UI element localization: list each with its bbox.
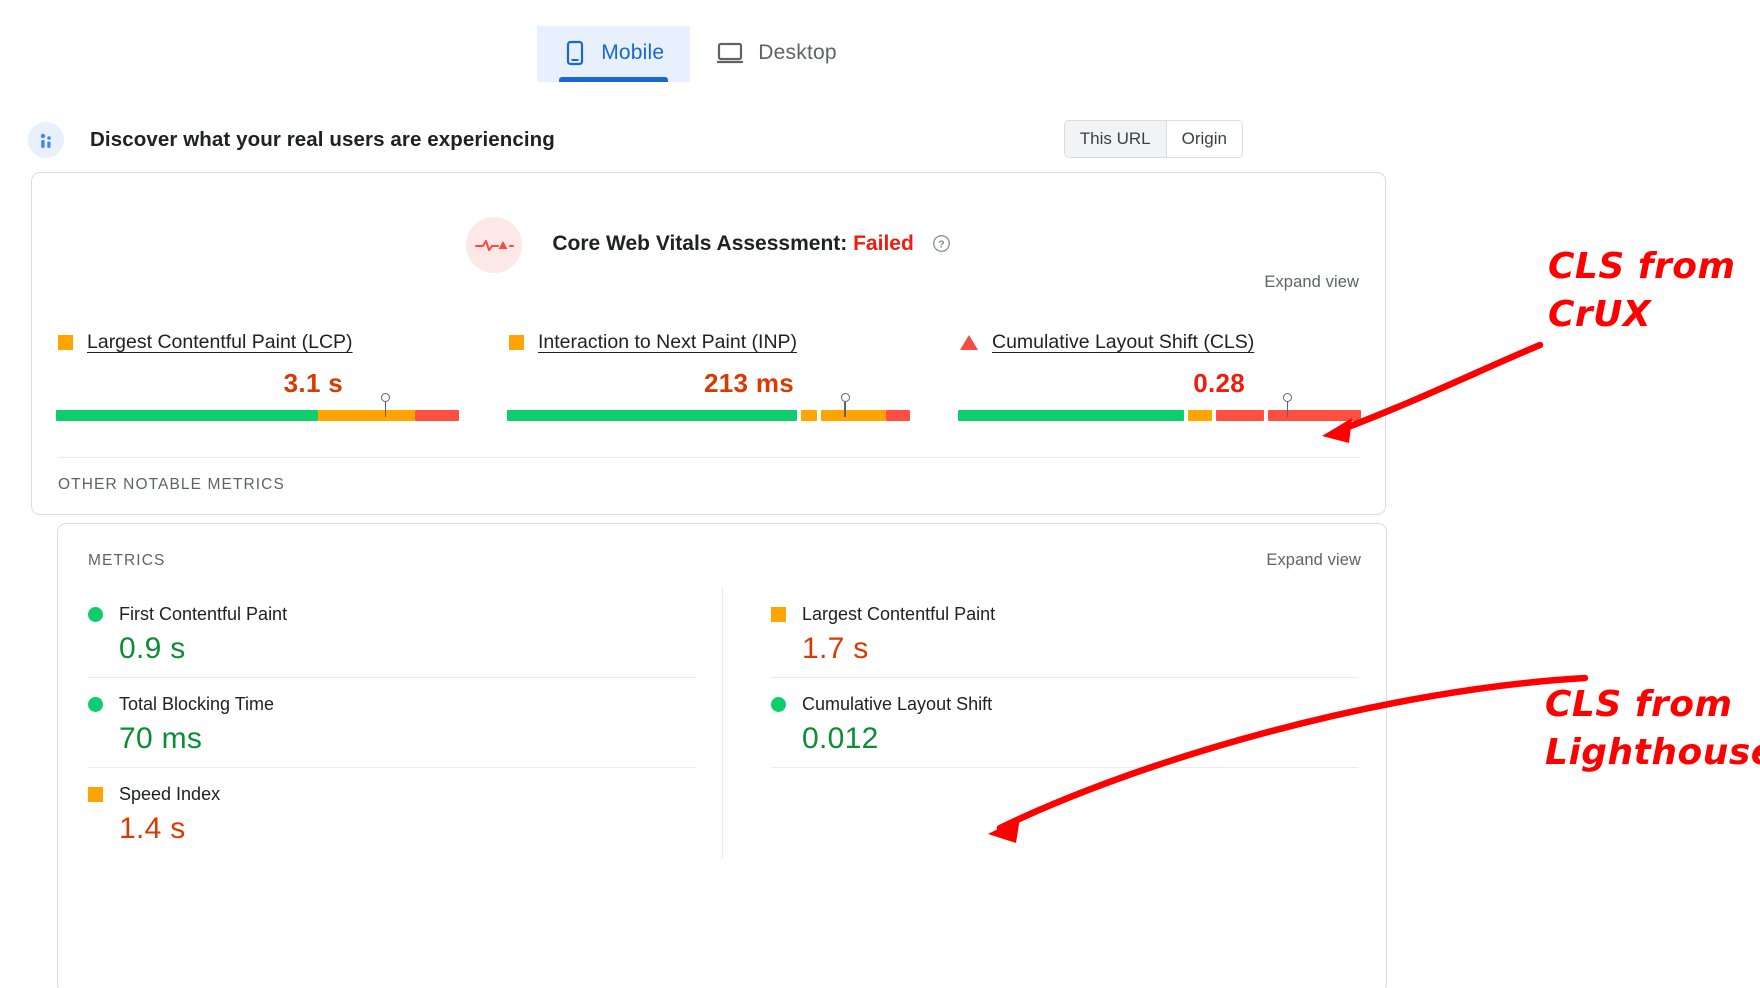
lighthouse-metrics-grid: First Contentful Paint 0.9 s Total Block…: [88, 588, 1358, 858]
metric-total-blocking-time: Total Blocking Time 70 ms: [88, 678, 696, 768]
metric-speed-index: Speed Index 1.4 s: [88, 768, 696, 858]
metric-value: 0.012: [802, 722, 1358, 756]
vital-lcp-label: Largest Contentful Paint (LCP): [40, 331, 475, 354]
vital-inp-gauge: [491, 410, 926, 421]
tab-desktop[interactable]: Desktop: [690, 26, 862, 82]
scope-origin-button[interactable]: Origin: [1166, 121, 1242, 157]
mobile-icon: [563, 40, 587, 66]
tab-mobile-label: Mobile: [601, 41, 664, 65]
square-average-icon: [88, 787, 103, 802]
scope-toggle: This URL Origin: [1064, 120, 1243, 158]
lighthouse-metrics-column-left: First Contentful Paint 0.9 s Total Block…: [88, 588, 723, 858]
square-average-icon: [771, 607, 786, 622]
help-circle-icon[interactable]: ?: [932, 234, 951, 259]
vital-inp-value: 213 ms: [491, 368, 926, 399]
triangle-poor-icon: [960, 335, 978, 350]
page-title: Discover what your real users are experi…: [90, 128, 555, 152]
svg-text:?: ?: [938, 239, 944, 250]
crux-divider: [58, 457, 1359, 458]
other-notable-metrics-label: OTHER NOTABLE METRICS: [58, 476, 285, 494]
tab-mobile[interactable]: Mobile: [537, 26, 690, 82]
metric-name: Speed Index: [119, 784, 220, 805]
scope-this-url-button[interactable]: This URL: [1065, 121, 1166, 157]
vital-cls-gauge: [942, 410, 1377, 421]
square-average-icon: [509, 335, 524, 350]
lighthouse-expand-view-link[interactable]: Expand view: [1266, 551, 1361, 570]
metric-value: 0.9 s: [119, 632, 696, 666]
crux-field-data-card: Core Web Vitals Assessment: Failed ? Exp…: [31, 172, 1386, 515]
core-web-vitals-row: Largest Contentful Paint (LCP) 3.1 s Int…: [32, 331, 1385, 421]
crux-expand-view-link[interactable]: Expand view: [1264, 273, 1359, 292]
circle-good-icon: [771, 697, 786, 712]
lighthouse-metrics-column-right: Largest Contentful Paint 1.7 s Cumulativ…: [723, 588, 1358, 858]
device-tab-bar: Mobile Desktop: [0, 0, 1400, 100]
vital-cls-pin: [1282, 393, 1293, 418]
vital-inp: Interaction to Next Paint (INP) 213 ms: [483, 331, 934, 421]
lighthouse-metrics-header: METRICS: [88, 552, 165, 570]
metric-value: 70 ms: [119, 722, 696, 756]
assessment-text: Core Web Vitals Assessment: Failed ?: [552, 232, 950, 259]
vital-lcp-pin: [380, 393, 391, 418]
status-badge: Failed: [853, 232, 914, 255]
vital-lcp: Largest Contentful Paint (LCP) 3.1 s: [32, 331, 483, 421]
metric-value: 1.4 s: [119, 812, 696, 846]
metric-largest-contentful-paint: Largest Contentful Paint 1.7 s: [771, 588, 1358, 678]
vital-cls: Cumulative Layout Shift (CLS) 0.28: [934, 331, 1385, 421]
desktop-icon: [716, 40, 744, 66]
vital-lcp-value: 3.1 s: [40, 368, 475, 399]
vital-inp-pin: [840, 393, 851, 418]
vital-lcp-name[interactable]: Largest Contentful Paint (LCP): [87, 331, 353, 354]
circle-good-icon: [88, 607, 103, 622]
square-average-icon: [58, 335, 73, 350]
circle-good-icon: [88, 697, 103, 712]
annotation-lighthouse-cls: CLS from Lighthouse: [1545, 681, 1760, 777]
lighthouse-metrics-card: METRICS Expand view First Contentful Pai…: [57, 523, 1387, 988]
metric-cumulative-layout-shift: Cumulative Layout Shift 0.012: [771, 678, 1358, 768]
assessment-label: Core Web Vitals Assessment:: [552, 232, 847, 255]
discover-header: Discover what your real users are experi…: [28, 118, 1388, 162]
vital-cls-label: Cumulative Layout Shift (CLS): [942, 331, 1377, 354]
crux-users-icon: [28, 122, 64, 158]
metric-first-contentful-paint: First Contentful Paint 0.9 s: [88, 588, 696, 678]
metric-value: 1.7 s: [802, 632, 1358, 666]
metric-name: First Contentful Paint: [119, 604, 287, 625]
vital-inp-name[interactable]: Interaction to Next Paint (INP): [538, 331, 797, 354]
pulse-failed-icon: [466, 217, 522, 273]
metric-empty-slot: [771, 768, 1358, 858]
vital-cls-name[interactable]: Cumulative Layout Shift (CLS): [992, 331, 1254, 354]
metric-name: Cumulative Layout Shift: [802, 694, 992, 715]
pagespeed-insights-report: Mobile Desktop Discover what your real u…: [0, 0, 1760, 988]
vital-cls-value: 0.28: [942, 368, 1377, 399]
metric-name: Largest Contentful Paint: [802, 604, 995, 625]
vital-lcp-gauge: [40, 410, 475, 421]
core-web-vitals-assessment: Core Web Vitals Assessment: Failed ?: [32, 217, 1385, 273]
tab-desktop-label: Desktop: [758, 41, 836, 65]
vital-inp-label: Interaction to Next Paint (INP): [491, 331, 926, 354]
annotation-crux-cls: CLS from CrUX: [1548, 243, 1735, 339]
metric-name: Total Blocking Time: [119, 694, 274, 715]
